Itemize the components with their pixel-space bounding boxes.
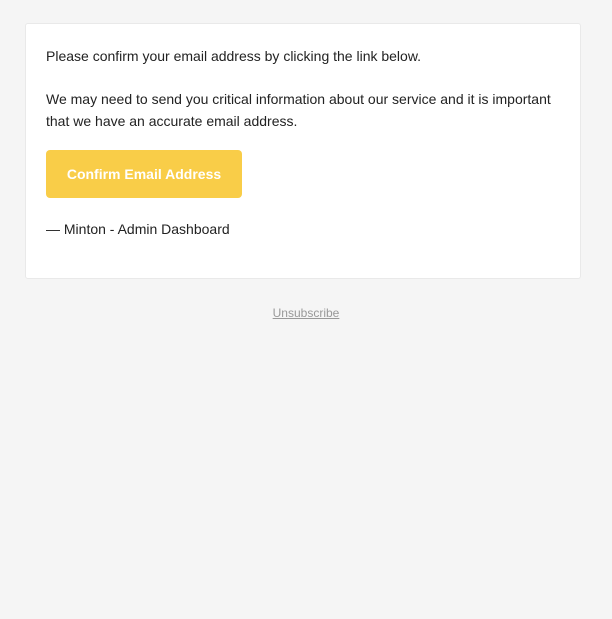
- confirm-instruction-text: Please confirm your email address by cli…: [46, 48, 422, 64]
- email-card: Please confirm your email address by cli…: [25, 23, 581, 279]
- importance-note-text: We may need to send you critical informa…: [46, 91, 551, 129]
- signature: — Minton - Admin Dashboard: [46, 221, 230, 237]
- confirm-email-button[interactable]: Confirm Email Address: [46, 150, 242, 198]
- unsubscribe-link[interactable]: Unsubscribe: [273, 306, 340, 320]
- email-footer: Unsubscribe: [0, 306, 612, 320]
